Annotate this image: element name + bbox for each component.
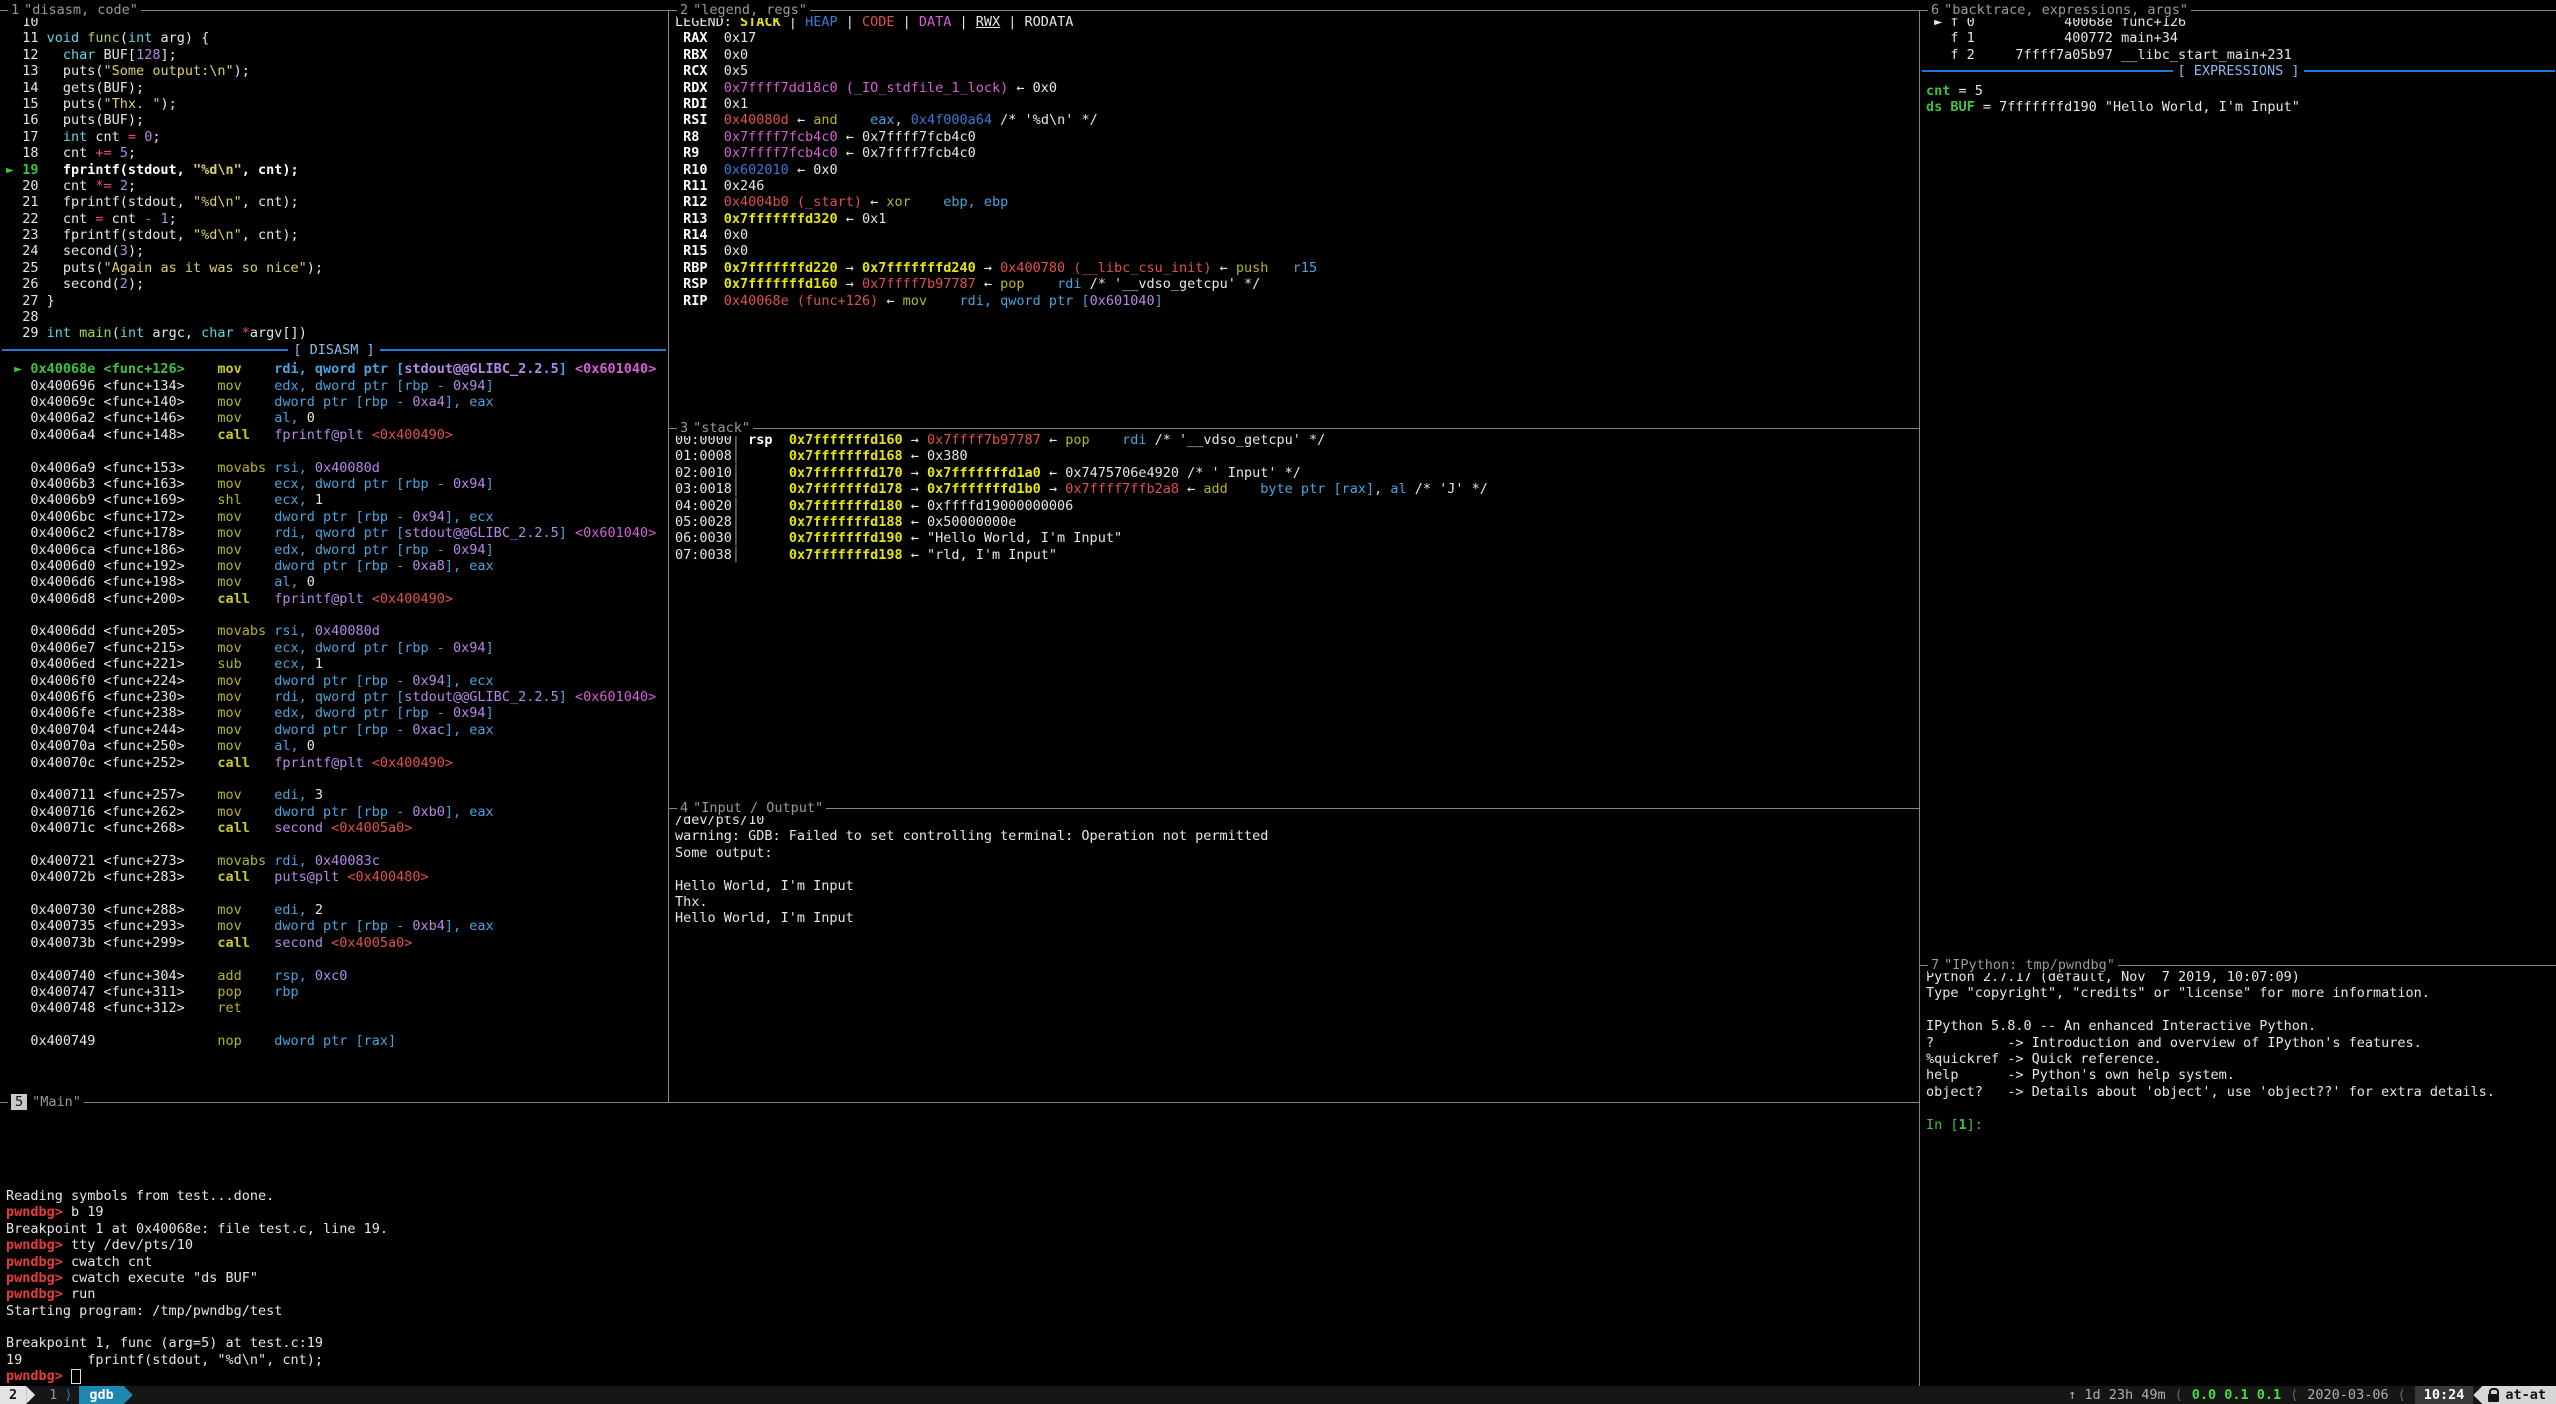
pane-label: "Main": [32, 1094, 81, 1110]
pane-backtrace-expressions[interactable]: 6"backtrace, expressions, args" ► f 0 40…: [1919, 10, 2556, 966]
chevron-left-icon: ⟨: [2398, 1387, 2406, 1403]
pane-title-stack: 3"stack": [677, 420, 753, 436]
powerline-arrow-icon: [124, 1386, 133, 1404]
pane-number: 1: [11, 2, 24, 18]
status-right: ↑ 1d 23h 49m ⟨ 0.0 0.1 0.1 ⟨ 2020-03-06 …: [2068, 1386, 2556, 1404]
session-badge[interactable]: 2: [0, 1386, 26, 1404]
pane-title-main: 5 "Main": [8, 1094, 84, 1110]
ipython-console[interactable]: Python 2.7.17 (default, Nov 7 2019, 10:0…: [1920, 966, 2556, 1133]
window-tab-gdb[interactable]: gdb: [79, 1386, 123, 1404]
uptime-text: 1d 23h 49m: [2084, 1387, 2165, 1403]
registers-listing: LEGEND: STACK | HEAP | CODE | DATA | RWX…: [669, 11, 1920, 309]
status-clock: 10:24: [2415, 1386, 2474, 1404]
disassembly-listing: ► 0x40068e <func+126> mov rdi, qword ptr…: [0, 358, 668, 1049]
pane-label: "backtrace, expressions, args": [1944, 2, 2188, 18]
disasm-section-divider: [ DISASM ]: [2, 342, 666, 358]
chevron-left-icon: ⟨: [2290, 1387, 2298, 1403]
pane-title-legend-regs: 2"legend, regs": [677, 2, 810, 18]
chevron-right-icon: ⟩: [64, 1387, 72, 1403]
hostname-badge: at-at: [2482, 1386, 2556, 1404]
expressions-section-divider: [ EXPRESSIONS ]: [1922, 63, 2555, 79]
pane-number: 4: [680, 800, 693, 816]
tmux-status-bar: 2 1 ⟩ gdb ↑ 1d 23h 49m ⟨ 0.0 0.1 0.1 ⟨ 2…: [0, 1386, 2556, 1404]
watch-expressions: cnt = 5ds BUF = 7fffffffd190 "Hello Worl…: [1920, 80, 2556, 116]
disasm-section-label: [ DISASM ]: [288, 342, 379, 358]
pane-number: 3: [680, 420, 693, 436]
backtrace-frames: ► f 0 40068e func+126 f 1 400772 main+34…: [1920, 11, 2556, 63]
expressions-section-label: [ EXPRESSIONS ]: [2173, 63, 2305, 79]
pane-label: "disasm, code": [24, 2, 138, 18]
pane-label: "Input / Output": [693, 800, 823, 816]
divider-line: [2304, 70, 2555, 72]
pane-label: "legend, regs": [693, 2, 807, 18]
hostname-text: at-at: [2505, 1387, 2546, 1403]
pane-title-backtrace: 6"backtrace, expressions, args": [1928, 2, 2191, 18]
program-output: /dev/pts/10warning: GDB: Failed to set c…: [669, 809, 1920, 927]
pane-title-ipython: 7"IPython: tmp/pwndbg": [1928, 957, 2118, 973]
divider-line: [2, 349, 288, 351]
powerline-arrow-icon: [2473, 1386, 2482, 1404]
status-left: 2 1 ⟩ gdb: [0, 1386, 133, 1404]
pane-main-gdb-console[interactable]: 5"Main" Reading symbols from test...done…: [0, 1102, 1919, 1387]
stack-listing: 00:0000│ rsp 0x7fffffffd160 → 0x7ffff7b9…: [669, 429, 1920, 563]
lock-icon: [2488, 1388, 2499, 1402]
status-date: 2020-03-06: [2307, 1387, 2388, 1403]
pane-label: "stack": [693, 420, 750, 436]
window-index[interactable]: 1: [49, 1387, 57, 1403]
gdb-console[interactable]: Reading symbols from test...done.pwndbg>…: [0, 1103, 1919, 1385]
pane-number-active: 5: [11, 1094, 27, 1110]
pane-stack[interactable]: 3"stack" 00:0000│ rsp 0x7fffffffd160 → 0…: [668, 428, 1920, 809]
load-average: 0.0 0.1 0.1: [2192, 1387, 2281, 1403]
pane-number: 2: [680, 2, 693, 18]
pane-number: 7: [1931, 957, 1944, 973]
pane-label: "IPython: tmp/pwndbg": [1944, 957, 2115, 973]
pane-title-input-output: 4"Input / Output": [677, 800, 826, 816]
divider-line: [1922, 70, 2173, 72]
chevron-left-icon: ⟨: [2175, 1387, 2183, 1403]
tmux-session: 1"disasm, code" 10 11 void func(int arg)…: [0, 0, 2556, 1404]
pane-disasm-code[interactable]: 1"disasm, code" 10 11 void func(int arg)…: [0, 10, 668, 1103]
powerline-arrow-icon: [26, 1386, 35, 1404]
pane-ipython[interactable]: 7"IPython: tmp/pwndbg" Python 2.7.17 (de…: [1919, 965, 2556, 1387]
pane-number: 6: [1931, 2, 1944, 18]
divider-line: [380, 349, 666, 351]
pane-title-disasm-code: 1"disasm, code": [8, 2, 141, 18]
source-code-listing: 10 11 void func(int arg) { 12 char BUF[1…: [0, 11, 668, 342]
uptime-arrow-icon: ↑: [2068, 1387, 2076, 1403]
pane-input-output[interactable]: 4"Input / Output" /dev/pts/10warning: GD…: [668, 808, 1920, 1103]
pane-legend-regs[interactable]: 2"legend, regs" LEGEND: STACK | HEAP | C…: [668, 10, 1920, 429]
